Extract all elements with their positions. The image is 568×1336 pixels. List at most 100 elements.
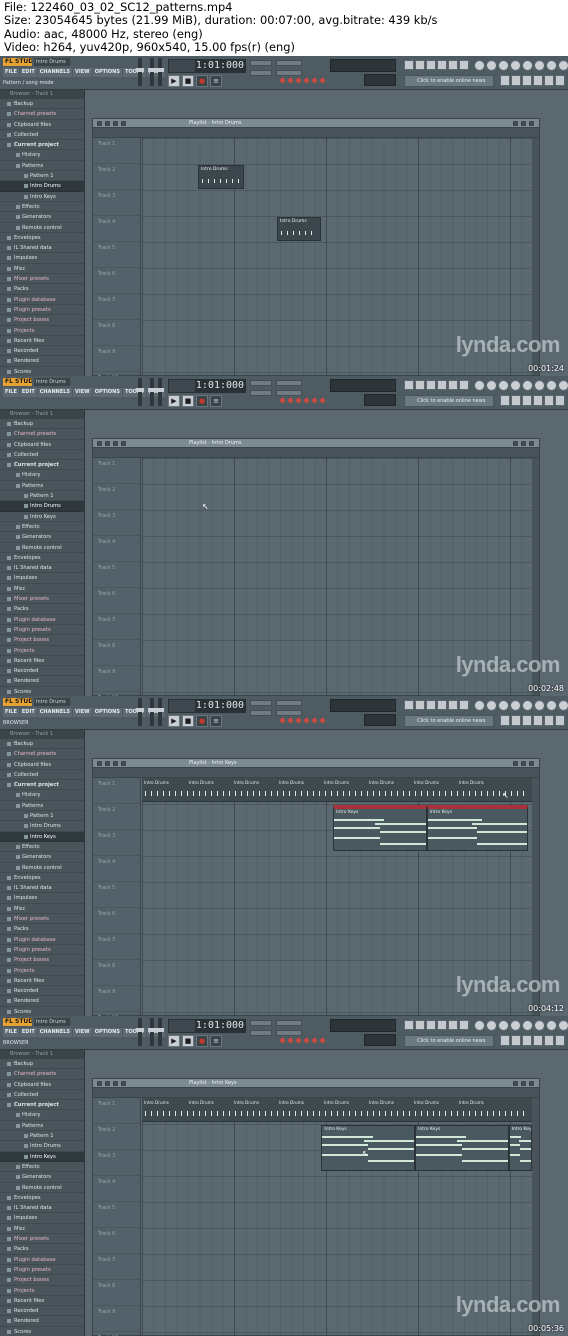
browser-item[interactable]: Current project xyxy=(0,1100,84,1111)
tool-round-button[interactable] xyxy=(474,1020,485,1031)
toggle-led-icon[interactable] xyxy=(280,398,285,403)
browser-item[interactable]: Project bones xyxy=(0,315,84,326)
browser-item[interactable]: Effects xyxy=(0,202,84,213)
pattern-icon[interactable]: ≡ xyxy=(210,1035,222,1047)
window-shortcut-button[interactable] xyxy=(404,380,414,390)
browser-item[interactable]: Intro Drums xyxy=(0,1141,84,1152)
playlist-tool-icon[interactable] xyxy=(113,441,118,446)
track-label[interactable]: Track 9 xyxy=(93,346,140,372)
pattern-icon[interactable]: ≡ xyxy=(210,75,222,87)
fl-studio-logo[interactable]: FL STUDIO xyxy=(3,58,32,66)
browser-item[interactable]: Intro Keys xyxy=(0,192,84,202)
browser-item[interactable]: Plugin database xyxy=(0,615,84,625)
playlist-tool-icon[interactable] xyxy=(121,121,126,126)
time-display[interactable]: 1:01:000 xyxy=(195,699,245,713)
slider-handle[interactable] xyxy=(156,388,164,392)
toggle-led-icon[interactable] xyxy=(296,78,301,83)
track-label[interactable]: Track 9 xyxy=(93,986,140,1012)
tempo-control[interactable] xyxy=(250,390,272,396)
menu-item-view[interactable]: VIEW xyxy=(73,68,92,77)
record-icon[interactable]: ● xyxy=(196,75,208,87)
view-button[interactable] xyxy=(544,715,554,726)
browser-item[interactable]: Plugin presets xyxy=(0,305,84,316)
playlist-tool-icon[interactable] xyxy=(121,761,126,766)
menu-item-view[interactable]: VIEW xyxy=(73,1028,92,1037)
menu-item-options[interactable]: OPTIONS xyxy=(92,388,122,397)
menu-item-edit[interactable]: EDIT xyxy=(19,388,37,397)
track-label[interactable]: Track 6 xyxy=(93,268,140,294)
toggle-led-icon[interactable] xyxy=(288,1038,293,1043)
browser-item[interactable]: Impulses xyxy=(0,573,84,584)
slider-handle[interactable] xyxy=(156,1028,164,1032)
browser-item[interactable]: Intro Keys xyxy=(0,512,84,522)
window-control-icon[interactable] xyxy=(521,1081,526,1086)
track-label[interactable]: Track 7 xyxy=(93,1254,140,1280)
tempo-control[interactable] xyxy=(276,1030,302,1036)
menu-item-options[interactable]: OPTIONS xyxy=(92,708,122,717)
slider-handle[interactable] xyxy=(156,708,164,712)
track-label[interactable]: Track 1 xyxy=(93,1098,140,1124)
browser-item[interactable]: Collected xyxy=(0,130,84,141)
playlist-tool-icon[interactable] xyxy=(121,1081,126,1086)
view-button[interactable] xyxy=(522,1035,532,1046)
view-button[interactable] xyxy=(522,75,532,86)
browser-item[interactable]: Envelopes xyxy=(0,553,84,564)
view-button[interactable] xyxy=(522,715,532,726)
window-shortcut-button[interactable] xyxy=(459,380,469,390)
volume-slider[interactable] xyxy=(156,378,164,406)
browser-item[interactable]: Effects xyxy=(0,1162,84,1173)
browser-item[interactable]: Misc xyxy=(0,904,84,915)
view-button[interactable] xyxy=(533,715,543,726)
window-shortcut-button[interactable] xyxy=(448,60,458,70)
browser-item[interactable]: Mixer presets xyxy=(0,914,84,925)
browser-item[interactable]: Packs xyxy=(0,284,84,295)
playlist-tool-icon[interactable] xyxy=(113,121,118,126)
view-button[interactable] xyxy=(555,75,565,86)
browser-item[interactable]: Remote control xyxy=(0,1183,84,1193)
tempo-control[interactable] xyxy=(276,1020,302,1026)
browser-item[interactable]: Mixer presets xyxy=(0,1234,84,1245)
tool-round-button[interactable] xyxy=(558,700,568,711)
tool-round-button[interactable] xyxy=(522,700,533,711)
menu-item-options[interactable]: OPTIONS xyxy=(92,1028,122,1037)
browser-item[interactable]: Rendered xyxy=(0,1316,84,1327)
tempo-control[interactable] xyxy=(250,70,272,76)
tool-round-button[interactable] xyxy=(474,700,485,711)
browser-item[interactable]: Mixer presets xyxy=(0,594,84,605)
browser-item[interactable]: Pattern 1 xyxy=(0,491,84,502)
slider-handle[interactable] xyxy=(148,1028,156,1032)
window-shortcut-button[interactable] xyxy=(426,380,436,390)
online-news-bar[interactable]: Click to enable online news xyxy=(404,75,494,87)
tool-round-button[interactable] xyxy=(498,700,509,711)
record-icon[interactable]: ● xyxy=(196,1035,208,1047)
browser-item[interactable]: Misc xyxy=(0,264,84,275)
menu-item-file[interactable]: FILE xyxy=(3,1028,19,1037)
play-icon[interactable]: ▶ xyxy=(168,715,180,727)
pattern-icon[interactable]: ≡ xyxy=(210,715,222,727)
browser-item[interactable]: Rendered xyxy=(0,676,84,687)
track-label[interactable]: Track 7 xyxy=(93,614,140,640)
view-button[interactable] xyxy=(544,1035,554,1046)
tool-round-button[interactable] xyxy=(546,60,557,71)
slider-handle[interactable] xyxy=(136,388,144,392)
record-icon[interactable]: ● xyxy=(196,395,208,407)
browser-item[interactable]: Recent files xyxy=(0,1296,84,1307)
window-shortcut-button[interactable] xyxy=(415,60,425,70)
stop-icon[interactable]: ■ xyxy=(182,1035,194,1047)
tool-round-button[interactable] xyxy=(558,1020,568,1031)
track-label[interactable]: Track 4 xyxy=(93,536,140,562)
volume-slider[interactable] xyxy=(148,58,156,86)
window-control-icon[interactable] xyxy=(529,761,534,766)
browser-item[interactable]: Plugin presets xyxy=(0,945,84,956)
volume-slider[interactable] xyxy=(148,698,156,726)
slider-handle[interactable] xyxy=(148,708,156,712)
toggle-led-icon[interactable] xyxy=(304,1038,309,1043)
tempo-control[interactable] xyxy=(276,710,302,716)
tool-round-button[interactable] xyxy=(534,60,545,71)
track-label[interactable]: Track 9 xyxy=(93,666,140,692)
browser-item[interactable]: Plugin presets xyxy=(0,1265,84,1276)
toggle-led-icon[interactable] xyxy=(304,398,309,403)
window-shortcut-button[interactable] xyxy=(437,1020,447,1030)
toggle-led-icon[interactable] xyxy=(280,78,285,83)
toggle-led-icon[interactable] xyxy=(280,718,285,723)
